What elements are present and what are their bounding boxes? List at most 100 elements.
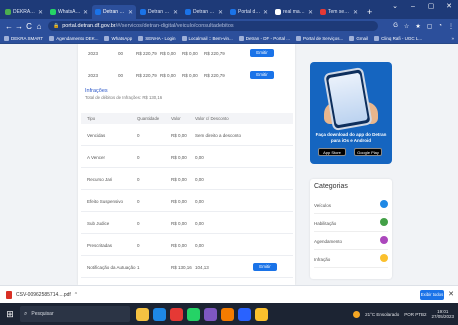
row-year: 2023 (88, 72, 99, 78)
cell-desconto: 0,00 (195, 221, 204, 226)
tab-close-icon[interactable]: ✕ (308, 9, 313, 16)
category-icon (380, 218, 388, 226)
minimize-button[interactable]: – (404, 0, 422, 14)
bookmark-item[interactable]: Localmail :: Bem-vin... (181, 35, 233, 41)
url-field[interactable]: 🔒 portal.detran.df.gov.br /#/servicos/de… (48, 21, 378, 31)
browser-tab[interactable]: real madrid ✕ (272, 5, 316, 19)
weather-icon (353, 310, 361, 318)
tab-title: real madrid (283, 9, 306, 15)
bookmark-label: Clinq Rafi - UGC L... (381, 35, 423, 41)
bookmark-item[interactable]: Agendamento DEK... (49, 35, 98, 41)
bookmark-favicon-icon (4, 35, 9, 41)
language-indicator[interactable]: POR PTB2 (404, 312, 426, 317)
tab-search-icon[interactable]: ⌄ (386, 0, 404, 14)
taskbar-search[interactable]: ⌕ Pesquisar (20, 306, 130, 322)
maximize-button[interactable]: ▢ (422, 0, 440, 14)
close-download-bar-icon[interactable]: ✕ (448, 290, 454, 298)
emit-button[interactable]: Emitir (250, 71, 274, 79)
download-options-icon[interactable]: ^ (75, 292, 77, 298)
tab-favicon-icon (50, 9, 56, 15)
taskbar-app-icon[interactable] (238, 307, 251, 321)
taskbar-app-icon[interactable] (204, 307, 217, 321)
category-label: Agendamento (314, 239, 343, 244)
bookmark-item[interactable]: Detran - DF - Portal ... (238, 35, 290, 41)
bookmark-star-icon[interactable]: ★ (415, 23, 420, 30)
tab-close-icon[interactable]: ✕ (353, 9, 358, 16)
browser-tab[interactable]: DEKRA SMAR✕ (2, 5, 46, 19)
licensing-row: 2023 00 R$ 220,79 R$ 0,00 R$ 0,00 R$ 220… (78, 48, 295, 58)
cell-valor: R$ 0,00 (171, 133, 187, 138)
tab-close-icon[interactable]: ✕ (263, 9, 268, 16)
windows-start-icon[interactable]: ⊞ (0, 309, 20, 320)
tab-close-icon[interactable]: ✕ (173, 9, 178, 16)
bookmark-item[interactable]: SENHA - Login (138, 35, 176, 41)
category-label: Habilitação (314, 221, 337, 226)
row-multa: R$ 0,00 (182, 72, 198, 78)
promo-text: Faça download do app do Detran para iOs … (315, 132, 387, 143)
browser-tab-strip: DEKRA SMAR✕WhatsApp✕Detran Digit✕Detran … (0, 0, 458, 19)
back-button[interactable]: ← (4, 22, 14, 31)
taskbar-app-icon[interactable] (187, 307, 200, 321)
taskbar-app-icon[interactable] (221, 307, 234, 321)
category-item[interactable]: Agendamento (314, 233, 388, 250)
bookmark-item[interactable]: DEKRA SMART (4, 35, 43, 41)
bookmark-item[interactable]: Portal de Serviços... (296, 35, 344, 41)
tab-close-icon[interactable]: ✕ (83, 9, 88, 16)
google-play-badge[interactable]: Google Play (354, 148, 382, 156)
weather-text[interactable]: 21°C Ensolarado (365, 312, 399, 317)
app-store-badge[interactable]: App Store (318, 148, 346, 156)
home-button[interactable]: ⌂ (34, 22, 44, 31)
taskbar-app-icon[interactable] (153, 307, 166, 321)
side-panel-icon[interactable]: ▢ (427, 23, 433, 30)
bookmark-item[interactable]: Clinq Rafi - UGC L... (374, 35, 423, 41)
cell-tipo: Efeito Suspensivo (87, 199, 124, 204)
taskbar-app-icon[interactable] (255, 307, 268, 321)
browser-tab[interactable]: Detran Digit✕ (182, 5, 226, 19)
close-window-button[interactable]: ✕ (440, 0, 458, 14)
licensing-row: 2023 00 R$ 220,79 R$ 0,00 R$ 0,00 R$ 220… (78, 70, 295, 80)
taskbar-app-icon[interactable] (170, 307, 183, 321)
category-item[interactable]: Habilitação (314, 215, 388, 232)
profile-avatar-icon[interactable]: ◔ (438, 23, 442, 30)
tab-close-icon[interactable]: ✕ (218, 9, 223, 16)
bookmarks-overflow-button[interactable]: » (451, 36, 454, 41)
taskbar-app-icon[interactable] (136, 307, 149, 321)
menu-kebab-icon[interactable]: ⋮ (448, 23, 454, 30)
bookmark-favicon-icon (238, 35, 244, 41)
bookmark-label: Portal de Serviços... (303, 35, 344, 41)
tab-close-icon[interactable]: ✕ (38, 9, 43, 16)
system-tray: 21°C Ensolarado POR PTB2 19:01 27/05/202… (353, 309, 458, 320)
side-panel: Faça download do app do Detran para iOs … (305, 44, 395, 285)
browser-tab[interactable]: Detran Digit✕ (137, 5, 181, 19)
cell-tipo: Vencidas (87, 133, 106, 138)
show-all-downloads-button[interactable]: Exibir todos (420, 290, 444, 300)
emit-button[interactable]: Emitir (250, 49, 274, 57)
cell-quantidade: 0 (137, 221, 140, 226)
emit-button[interactable]: Emitir (253, 263, 277, 271)
bookmark-item[interactable]: Gmail (349, 35, 368, 41)
category-item[interactable]: Veículos (314, 197, 388, 214)
share-icon[interactable]: ☆ (404, 23, 409, 30)
bookmark-favicon-icon (296, 35, 302, 41)
tab-close-icon[interactable]: ✕ (128, 9, 133, 16)
browser-tab[interactable]: Tem sempre✕ (317, 5, 361, 19)
browser-tab[interactable]: WhatsApp ✕ (47, 5, 91, 19)
cell-quantidade: 0 (137, 177, 140, 182)
cell-desconto: 0,00 (195, 199, 204, 204)
cell-quantidade: 0 (137, 155, 140, 160)
clock-date: 27/05/2023 (431, 314, 454, 319)
forward-button[interactable]: → (14, 22, 24, 31)
table-row: Efeito Suspensivo 0 R$ 0,00 0,00 (81, 190, 293, 212)
download-filename[interactable]: CSV-00962585714....pdf (16, 292, 71, 298)
category-item[interactable]: Infração (314, 251, 388, 268)
clock[interactable]: 19:01 27/05/2023 (431, 309, 454, 320)
new-tab-button[interactable]: + (362, 7, 377, 19)
cell-tipo: A Vencer (87, 155, 106, 160)
app-promo-banner: Faça download do app do Detran para iOs … (310, 62, 392, 164)
bookmark-item[interactable]: WhatsApp (104, 35, 132, 41)
google-lens-icon[interactable]: G (393, 23, 398, 30)
browser-tab[interactable]: Detran Digit✕ (92, 5, 136, 19)
reload-button[interactable]: C (24, 22, 34, 31)
browser-tab[interactable]: Portal de Se✕ (227, 5, 271, 19)
cell-valor: R$ 0,00 (171, 177, 187, 182)
